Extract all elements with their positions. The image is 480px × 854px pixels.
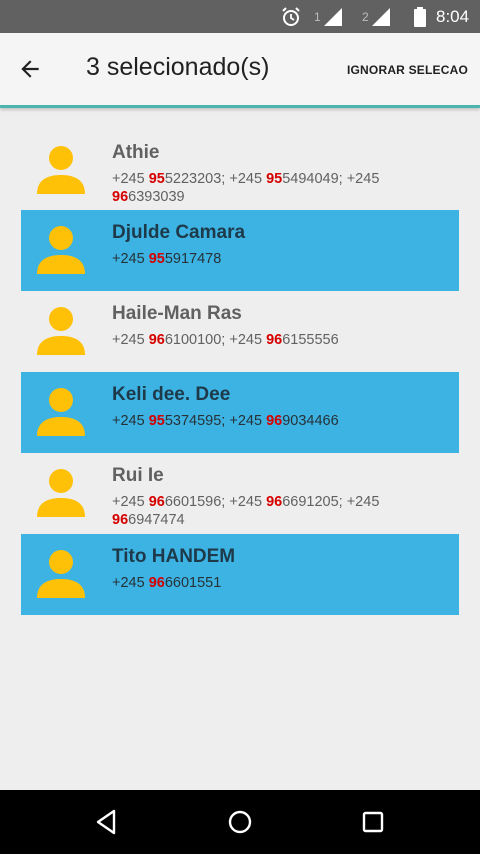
signal-icon xyxy=(323,7,342,26)
arrow-back-icon xyxy=(21,60,39,78)
phone-number: +245 955917478 xyxy=(112,251,221,267)
phone-digits: 6393039 xyxy=(128,189,185,205)
battery-icon xyxy=(414,0,426,33)
contact-phone-list: +245 955917478 xyxy=(112,250,452,268)
phone-country-code: +245 xyxy=(346,171,380,187)
selection-count-title: 3 selecionado(s) xyxy=(86,53,270,81)
contact-phone-list: +245 966100100; +245 966155556 xyxy=(112,332,339,348)
phone-prefix-highlight: 95 xyxy=(148,413,165,429)
phone-country-code: +245 xyxy=(112,332,145,348)
contact-row[interactable]: Tito HANDEM +245 966601551 xyxy=(21,534,459,615)
phone-number: +245 966601596 xyxy=(112,494,221,510)
nav-home-button[interactable] xyxy=(220,802,260,842)
phone-digits: 5374595 xyxy=(164,413,222,429)
home-circle-icon xyxy=(228,810,252,834)
phone-prefix-highlight: 96 xyxy=(112,189,129,205)
phone-number: +245 955223203 xyxy=(112,171,221,187)
phone-number: +245 966100100 xyxy=(112,332,221,348)
recents-square-icon xyxy=(362,811,384,833)
phone-prefix-highlight: 96 xyxy=(148,494,165,510)
phone-country-code: +245 xyxy=(346,494,380,510)
sim1-label: 1 xyxy=(314,9,321,24)
nav-back-button[interactable] xyxy=(86,802,126,842)
phone-number: +245 966155556 xyxy=(229,332,338,348)
phone-prefix-highlight: 95 xyxy=(266,171,283,187)
phone-number: +245 969034466 xyxy=(229,413,338,429)
contact-row[interactable]: Djulde Camara +245 955917478 xyxy=(21,210,459,291)
system-nav-bar xyxy=(0,790,480,854)
contact-row[interactable]: Keli dee. Dee +245 955374595; +245 969034… xyxy=(21,372,459,453)
contact-list: Athie +245 955223203; +245 955494049; +24… xyxy=(21,130,459,615)
phone-prefix-highlight: 96 xyxy=(266,332,283,348)
contact-name: Tito HANDEM xyxy=(112,546,236,567)
contact-row[interactable]: Athie +245 955223203; +245 955494049; +24… xyxy=(21,130,459,210)
contact-row[interactable]: Haile-Man Ras +245 966100100; +245 966155… xyxy=(21,291,459,372)
phone-country-code: +245 xyxy=(229,332,263,348)
phone-digits: 6601551 xyxy=(164,575,222,591)
contact-phone-list: +245 966601596; +245 966691205; +245 966… xyxy=(112,494,380,528)
phone-digits: 6947474 xyxy=(128,512,185,528)
clock-time: 8:04 xyxy=(436,6,470,26)
phone-country-code: +245 xyxy=(112,413,145,429)
phone-prefix-highlight: 96 xyxy=(112,512,129,528)
phone-country-code: +245 xyxy=(229,413,263,429)
signal-icon xyxy=(371,7,390,26)
contact-name: Athie xyxy=(112,142,160,163)
phone-digits: 6691205 xyxy=(282,494,339,510)
phone-number: +245 955374595 xyxy=(112,413,221,429)
phone-number: +245 966691205 xyxy=(229,494,338,510)
phone-prefix-highlight: 95 xyxy=(148,251,165,267)
ignore-selection-button[interactable]: IGNORAR SELECAO xyxy=(347,63,468,77)
phone-digits: 5494049 xyxy=(282,171,339,187)
contact-name: Haile-Man Ras xyxy=(112,303,242,324)
phone-country-code: +245 xyxy=(112,575,145,591)
person-avatar-icon xyxy=(37,388,85,436)
phone-digits: 5917478 xyxy=(164,251,222,267)
phone-digits: 6100100 xyxy=(164,332,222,348)
contact-row[interactable]: Rui Ie +245 966601596; +245 966691205; +2… xyxy=(21,453,459,534)
contact-phone-list: +245 966601551 xyxy=(112,574,452,592)
phone-digits: 9034466 xyxy=(282,413,339,429)
phone-prefix-highlight: 96 xyxy=(148,332,165,348)
contact-name: Rui Ie xyxy=(112,465,164,486)
person-avatar-icon xyxy=(37,550,85,598)
phone-country-code: +245 xyxy=(112,251,145,267)
contact-name: Keli dee. Dee xyxy=(112,384,231,405)
nav-recents-button[interactable] xyxy=(353,802,393,842)
sim1-signal: 1 xyxy=(314,0,343,33)
person-avatar-icon xyxy=(37,469,85,517)
phone-country-code: +245 xyxy=(112,171,145,187)
phone-prefix-highlight: 95 xyxy=(148,171,165,187)
phone-country-code: +245 xyxy=(112,494,145,510)
phone-country-code: +245 xyxy=(229,494,263,510)
phone-country-code: +245 xyxy=(229,171,263,187)
person-avatar-icon xyxy=(37,307,85,355)
person-avatar-icon xyxy=(37,146,85,194)
status-bar: 1 2 8:04 xyxy=(0,0,480,33)
sim2-signal: 2 xyxy=(362,0,391,33)
contact-phone-list: +245 955374595; +245 969034466 xyxy=(112,413,339,429)
contact-name: Djulde Camara xyxy=(112,222,246,243)
phone-digits: 5223203 xyxy=(164,171,222,187)
phone-prefix-highlight: 96 xyxy=(148,575,165,591)
alarm-icon xyxy=(280,0,302,33)
phone-prefix-highlight: 96 xyxy=(266,494,283,510)
person-avatar-icon xyxy=(37,226,85,274)
phone-prefix-highlight: 96 xyxy=(266,413,283,429)
contact-phone-list: +245 955223203; +245 955494049; +245 966… xyxy=(112,171,380,205)
back-button[interactable] xyxy=(10,47,50,91)
action-mode-toolbar: 3 selecionado(s) IGNORAR SELECAO xyxy=(0,33,480,108)
back-triangle-icon xyxy=(96,809,116,835)
phone-number: +245 966601551 xyxy=(112,575,221,591)
phone-number: +245 955494049 xyxy=(229,171,338,187)
sim2-label: 2 xyxy=(362,9,369,24)
phone-digits: 6155556 xyxy=(282,332,339,348)
phone-digits: 6601596 xyxy=(164,494,222,510)
